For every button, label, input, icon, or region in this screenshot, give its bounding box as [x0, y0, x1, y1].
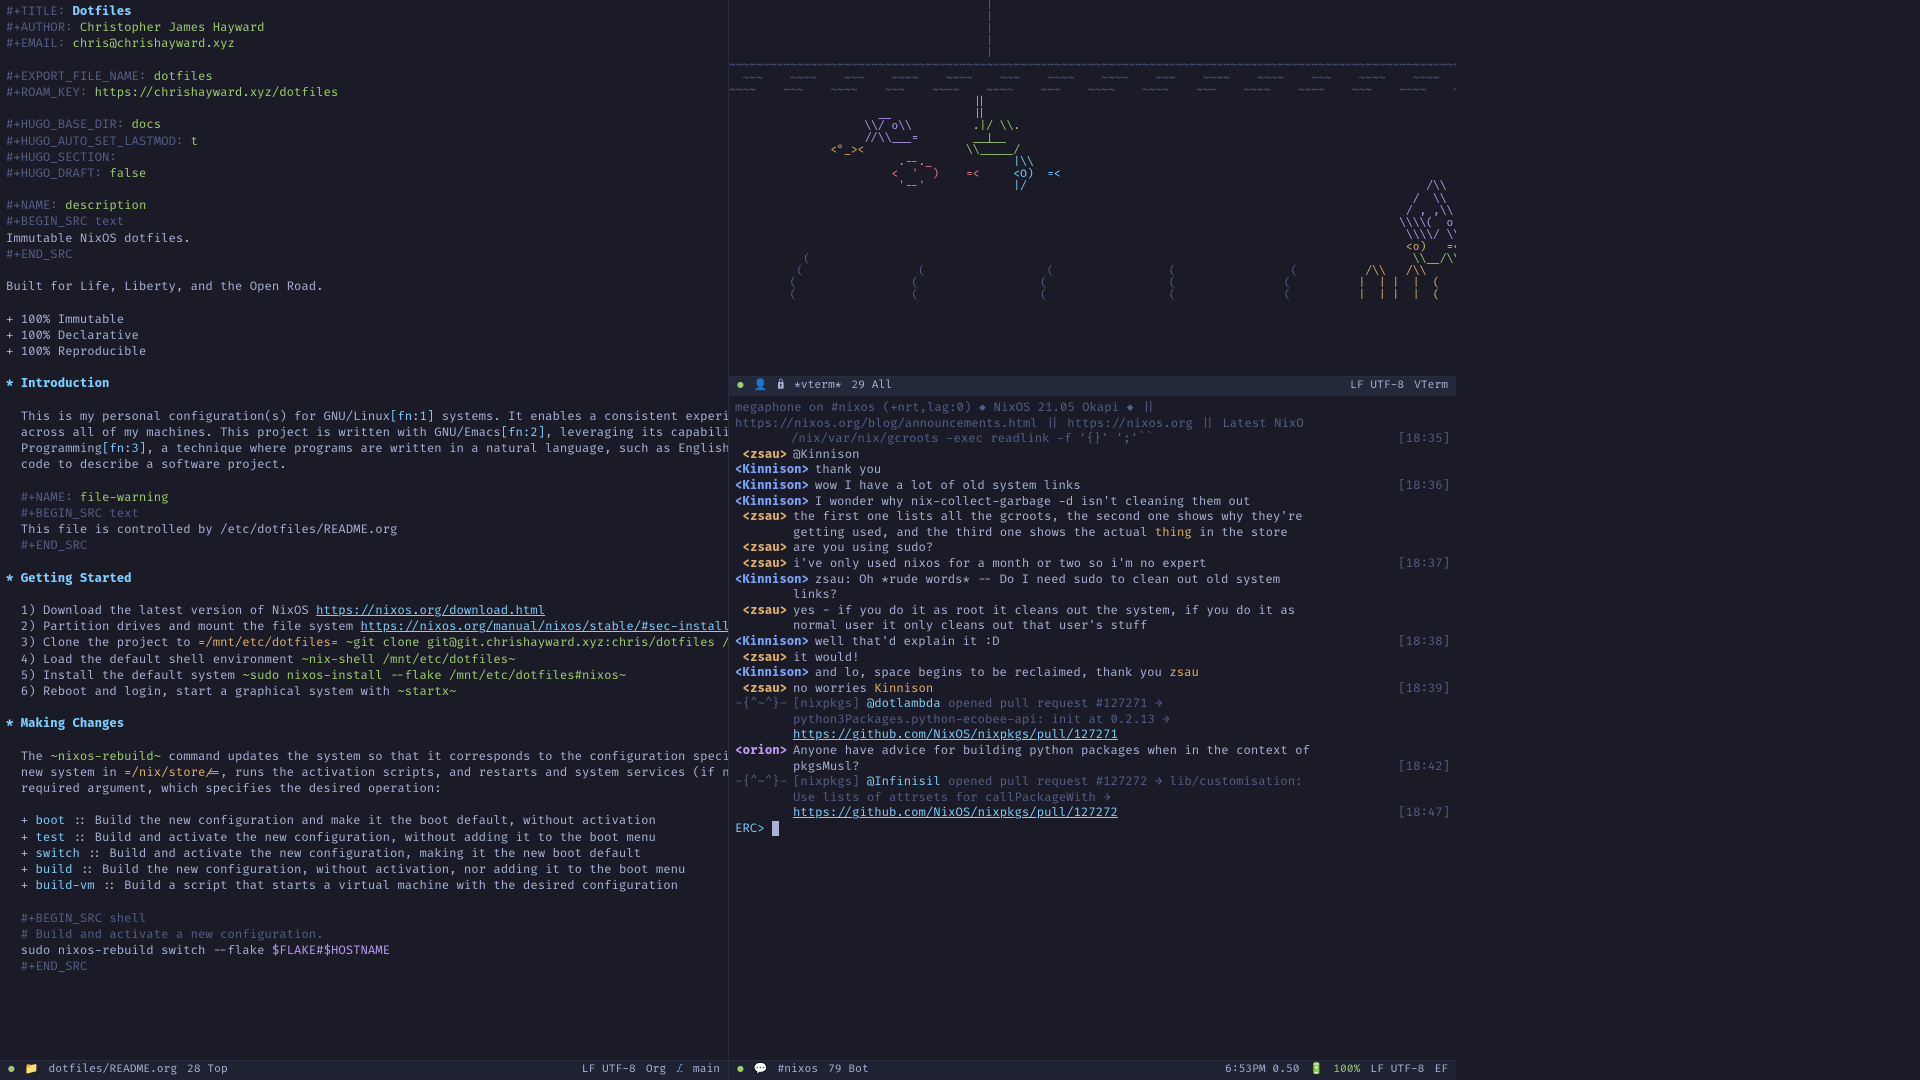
- pr-link-2[interactable]: https://github.com/NixOS/nixpkgs/pull/12…: [793, 805, 1118, 820]
- irc-encoding: LF UTF-8: [1370, 1063, 1424, 1077]
- pr-link-1[interactable]: https://github.com/NixOS/nixpkgs/pull/12…: [793, 727, 1118, 742]
- vterm-buffer-name: *vterm*: [794, 379, 841, 393]
- irc-line: getting used, and the third one shows th…: [735, 525, 1450, 541]
- heading-introduction[interactable]: * Introduction: [6, 376, 109, 391]
- org-key-title: #+TITLE:: [6, 4, 65, 19]
- irc-line: <zsau>no worries Kinnison[18:39]: [735, 681, 1450, 697]
- user-icon: 👤: [754, 379, 768, 393]
- heading-making-changes[interactable]: * Making Changes: [6, 716, 124, 731]
- battery-icon: 🔋: [1310, 1063, 1324, 1077]
- vterm-position: 29 All: [851, 379, 892, 393]
- irc-content[interactable]: megaphone on #nixos (+nrt,lag:0) ◆ NixOS…: [735, 400, 1450, 837]
- irc-line: links?: [735, 587, 1450, 603]
- irc-line: <Kinnison>zsau: Oh *rude words* -- Do I …: [735, 572, 1450, 588]
- irc-line: <zsau>the first one lists all the gcroot…: [735, 509, 1450, 525]
- irc-line: <zsau>it would!: [735, 650, 1450, 666]
- irc-line: <zsau>@Kinnison: [735, 447, 1450, 463]
- major-mode: Org: [646, 1063, 666, 1077]
- status-dot-icon: ●: [737, 379, 744, 393]
- irc-line: -{^~^}- [nixpkgs] @dotlambda opened pull…: [735, 696, 1450, 712]
- irc-line: -{^~^}- [nixpkgs] @Infinisil opened pull…: [735, 774, 1450, 790]
- modeline-vterm[interactable]: ● 👤 🔒 *vterm* 29 All LF UTF-8 VTerm: [729, 376, 1456, 396]
- status-dot-icon: ●: [737, 1063, 744, 1077]
- irc-line: <zsau>are you using sudo?: [735, 540, 1450, 556]
- irc-line: <Kinnison>and lo, space begins to be rec…: [735, 665, 1450, 681]
- irc-line: <Kinnison>I wonder why nix-collect-garba…: [735, 494, 1450, 510]
- git-branch: main: [693, 1063, 720, 1077]
- irc-line: <orion>Anyone have advice for building p…: [735, 743, 1450, 759]
- irc-line: normal user it only cleans out that user…: [735, 618, 1450, 634]
- buffer-position: 28 Top: [187, 1063, 228, 1077]
- irc-buffer[interactable]: megaphone on #nixos (+nrt,lag:0) ◆ NixOS…: [729, 396, 1456, 1080]
- branch-icon: ⎇: [676, 1063, 683, 1077]
- org-title: Dotfiles: [72, 4, 131, 19]
- irc-line: <Kinnison>wow I have a lot of old system…: [735, 478, 1450, 494]
- irc-position: 79 Bot: [828, 1063, 869, 1077]
- org-buffer[interactable]: #+TITLE: Dotfiles #+AUTHOR: Christopher …: [0, 0, 728, 1080]
- irc-topic: megaphone on #nixos (+nrt,lag:0) ◆ NixOS…: [735, 400, 1450, 431]
- folder-icon: 📁: [25, 1063, 39, 1077]
- irc-mode: EF: [1434, 1063, 1448, 1077]
- buffer-name: dotfiles/README.org: [48, 1063, 177, 1077]
- encoding: LF UTF-8: [582, 1063, 636, 1077]
- link-nixos-download[interactable]: https://nixos.org/download.html: [316, 603, 545, 618]
- battery-pct: 100%: [1333, 1063, 1360, 1077]
- irc-line: <zsau>i've only used nixos for a month o…: [735, 556, 1450, 572]
- vterm-encoding: LF UTF-8: [1350, 379, 1404, 393]
- ascii-art: | | | | | ~~~~~~~~~~~~~~~~~~~~~~~~~~~~~~…: [729, 0, 1456, 302]
- irc-line: <Kinnison>well that'd explain it :D[18:3…: [735, 634, 1450, 650]
- clock: 6:53PM 0.50: [1225, 1063, 1299, 1077]
- chat-icon: 💬: [754, 1063, 768, 1077]
- vterm-mode: VTerm: [1414, 379, 1448, 393]
- modeline-left[interactable]: ● 📁 dotfiles/README.org 28 Top LF UTF-8 …: [0, 1060, 728, 1080]
- link-nixos-partitioning[interactable]: https://nixos.org/manual/nixos/stable/#s…: [360, 619, 728, 634]
- lock-icon: 🔒: [777, 379, 784, 393]
- erc-prompt-line[interactable]: ERC>: [735, 821, 1450, 837]
- erc-prompt: ERC>: [735, 821, 765, 836]
- irc-channel: #nixos: [777, 1063, 818, 1077]
- irc-line: <zsau>yes - if you do it as root it clea…: [735, 603, 1450, 619]
- org-content[interactable]: #+TITLE: Dotfiles #+AUTHOR: Christopher …: [6, 4, 722, 975]
- vterm-buffer[interactable]: | | | | | ~~~~~~~~~~~~~~~~~~~~~~~~~~~~~~…: [729, 0, 1456, 396]
- modeline-irc[interactable]: ● 💬 #nixos 79 Bot 6:53PM 0.50 🔋 100% LF …: [729, 1060, 1456, 1080]
- heading-getting-started[interactable]: * Getting Started: [6, 571, 132, 586]
- irc-line: <Kinnison>thank you: [735, 462, 1450, 478]
- status-dot-icon: ●: [8, 1063, 15, 1077]
